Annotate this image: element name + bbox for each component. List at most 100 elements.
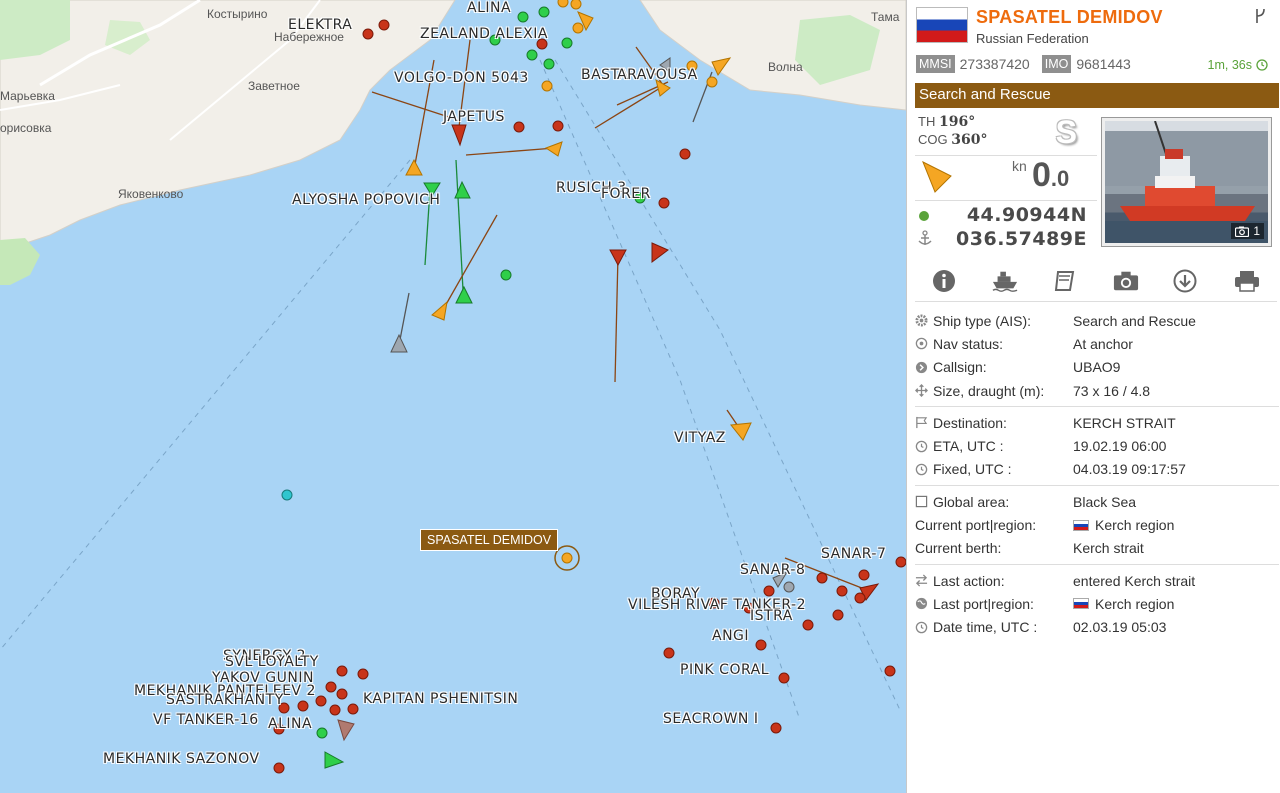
- course-over-ground: COG 360°: [918, 132, 987, 148]
- place-label: Тама: [871, 10, 900, 24]
- shipping-lane-1: [0, 159, 411, 651]
- clock-icon: [1256, 59, 1268, 71]
- area-row: Current port|region: Kerch region: [915, 513, 1279, 536]
- book-icon[interactable]: [1053, 269, 1079, 295]
- speed-int: 0: [1032, 156, 1051, 194]
- ship-label[interactable]: VOLGO-DON 5043: [394, 70, 529, 86]
- ship-label[interactable]: ARAVOUSA: [617, 67, 698, 83]
- target-icon: [915, 338, 928, 350]
- ship-label[interactable]: SANAR-8: [740, 562, 805, 578]
- detail-key: Nav status:: [933, 335, 1004, 352]
- detail-row: Nav status: At anchor: [915, 332, 1279, 355]
- imo-value: 9681443: [1076, 56, 1131, 72]
- last-value: 02.03.19 05:03: [1073, 619, 1167, 636]
- last-key: Last action:: [933, 572, 1005, 589]
- russia-flag-icon: [1073, 598, 1089, 610]
- voyage-key: ETA, UTC :: [933, 438, 1004, 455]
- ship-label[interactable]: SVL LOYALTY: [225, 654, 319, 670]
- area-value[interactable]: Kerch region: [1095, 517, 1174, 533]
- area-key: Global area:: [933, 493, 1010, 510]
- vessel-details: Ship type (AIS): Search and Rescue Nav s…: [915, 309, 1279, 639]
- chevron-right-circle-icon: [915, 361, 928, 373]
- navigation-block: TH 196° COG 360° S kn 0.0 44.90944N 036.…: [915, 112, 1097, 252]
- ship-label[interactable]: FORER: [601, 186, 651, 202]
- print-icon[interactable]: [1234, 269, 1260, 295]
- ship-label[interactable]: MEKHANIK SAZONOV: [103, 751, 260, 767]
- clock-icon: [915, 621, 928, 633]
- ship-label[interactable]: SASTRAKHANTY: [166, 692, 284, 708]
- stationary-vessels: [273, 0, 906, 774]
- ship-label[interactable]: ANGI: [712, 628, 749, 644]
- camera-icon[interactable]: [1113, 269, 1139, 295]
- swap-arrows-icon: [915, 574, 928, 587]
- ship-label[interactable]: KAPITAN PSHENITSIN: [363, 691, 518, 707]
- info-icon[interactable]: [932, 269, 958, 295]
- flag-icon: [916, 417, 928, 429]
- ship-label[interactable]: PINK CORAL: [680, 662, 769, 678]
- detail-key: Ship type (AIS):: [933, 312, 1032, 329]
- ship-label[interactable]: ALINA: [467, 0, 511, 16]
- ship-label[interactable]: SANAR-7: [821, 546, 886, 562]
- ship-label[interactable]: ALINA: [268, 716, 312, 732]
- area-row: Global area: Black Sea: [915, 490, 1279, 513]
- voyage-row: Fixed, UTC : 04.03.19 09:17:57: [915, 458, 1279, 481]
- fork-icon[interactable]: [1254, 8, 1268, 24]
- checkbox-icon: [915, 496, 928, 508]
- ship-label[interactable]: ELEKTRA: [288, 17, 352, 33]
- area-row: Current berth: Kerch strait: [915, 537, 1279, 560]
- voyage-key: Fixed, UTC :: [933, 461, 1012, 478]
- cog-value: 360°: [951, 132, 988, 148]
- voyage-value: 04.03.19 09:17:57: [1073, 461, 1186, 478]
- detail-key: Size, draught (m):: [933, 382, 1045, 399]
- heading-arrow-icon: [922, 160, 952, 193]
- cog-label: COG: [918, 132, 948, 147]
- last-row: Last port|region: Kerch region: [915, 592, 1279, 615]
- action-toolbar: [915, 262, 1277, 302]
- detail-row: Ship type (AIS): Search and Rescue: [915, 309, 1279, 332]
- ship-icon[interactable]: [992, 269, 1018, 295]
- divider: [915, 485, 1279, 487]
- divider: [915, 563, 1279, 565]
- land-green-2: [0, 238, 40, 285]
- last-value: entered Kerch strait: [1073, 572, 1196, 589]
- area-key: Current port|region:: [915, 517, 1037, 534]
- imo-tag: IMO: [1041, 55, 1072, 73]
- vessel-country: Russian Federation: [976, 31, 1089, 46]
- voyage-key: Destination:: [933, 414, 1007, 431]
- selected-ship-label[interactable]: SPASATEL DEMIDOV: [420, 529, 559, 551]
- true-heading: TH 196°: [918, 114, 975, 130]
- divider: [915, 155, 1097, 156]
- vessel-photo-image: 1: [1105, 121, 1268, 243]
- ship-label[interactable]: VITYAZ: [674, 430, 726, 446]
- moving-vessels: [324, 11, 880, 769]
- ship-label[interactable]: SEACROWN I: [663, 711, 758, 727]
- place-label: Заветное: [248, 79, 300, 93]
- ship-label[interactable]: JAPETUS: [443, 109, 505, 125]
- detail-value: 73 x 16 / 4.8: [1073, 382, 1151, 399]
- last-row: Date time, UTC : 02.03.19 05:03: [915, 616, 1279, 639]
- position-age: 1m, 36s: [1208, 58, 1268, 72]
- position-age-text: 1m, 36s: [1207, 58, 1252, 72]
- last-value[interactable]: Kerch region: [1095, 596, 1174, 612]
- vessel-photo[interactable]: 1: [1101, 117, 1272, 247]
- ship-label[interactable]: ALYOSHA POPOVICH: [292, 192, 440, 208]
- ship-label[interactable]: ZEALAND ALEXIA: [420, 26, 548, 42]
- map-canvas[interactable]: Костырино Набережное Марьевка Заветное о…: [0, 0, 906, 793]
- camera-icon: [1235, 226, 1250, 237]
- download-icon[interactable]: [1173, 269, 1199, 295]
- russia-flag-icon: [1073, 519, 1089, 531]
- area-key: Current berth:: [915, 540, 1002, 557]
- place-label: орисовка: [0, 121, 52, 135]
- voyage-row: Destination: KERCH STRAIT: [915, 411, 1279, 434]
- speed-decimal: .0: [1050, 166, 1070, 191]
- divider: [915, 406, 1279, 408]
- ship-label[interactable]: ISTRA: [750, 608, 793, 624]
- last-key: Date time, UTC :: [933, 619, 1038, 636]
- detail-row: Size, draught (m): 73 x 16 / 4.8: [915, 379, 1279, 402]
- ship-label[interactable]: VF TANKER-16: [153, 712, 259, 728]
- move-arrows-icon: [915, 384, 928, 398]
- vessel-name: SPASATEL DEMIDOV: [976, 7, 1163, 27]
- detail-value: Search and Rescue: [1073, 312, 1196, 329]
- ship-type-header: Search and Rescue: [915, 83, 1279, 108]
- divider: [915, 200, 1097, 201]
